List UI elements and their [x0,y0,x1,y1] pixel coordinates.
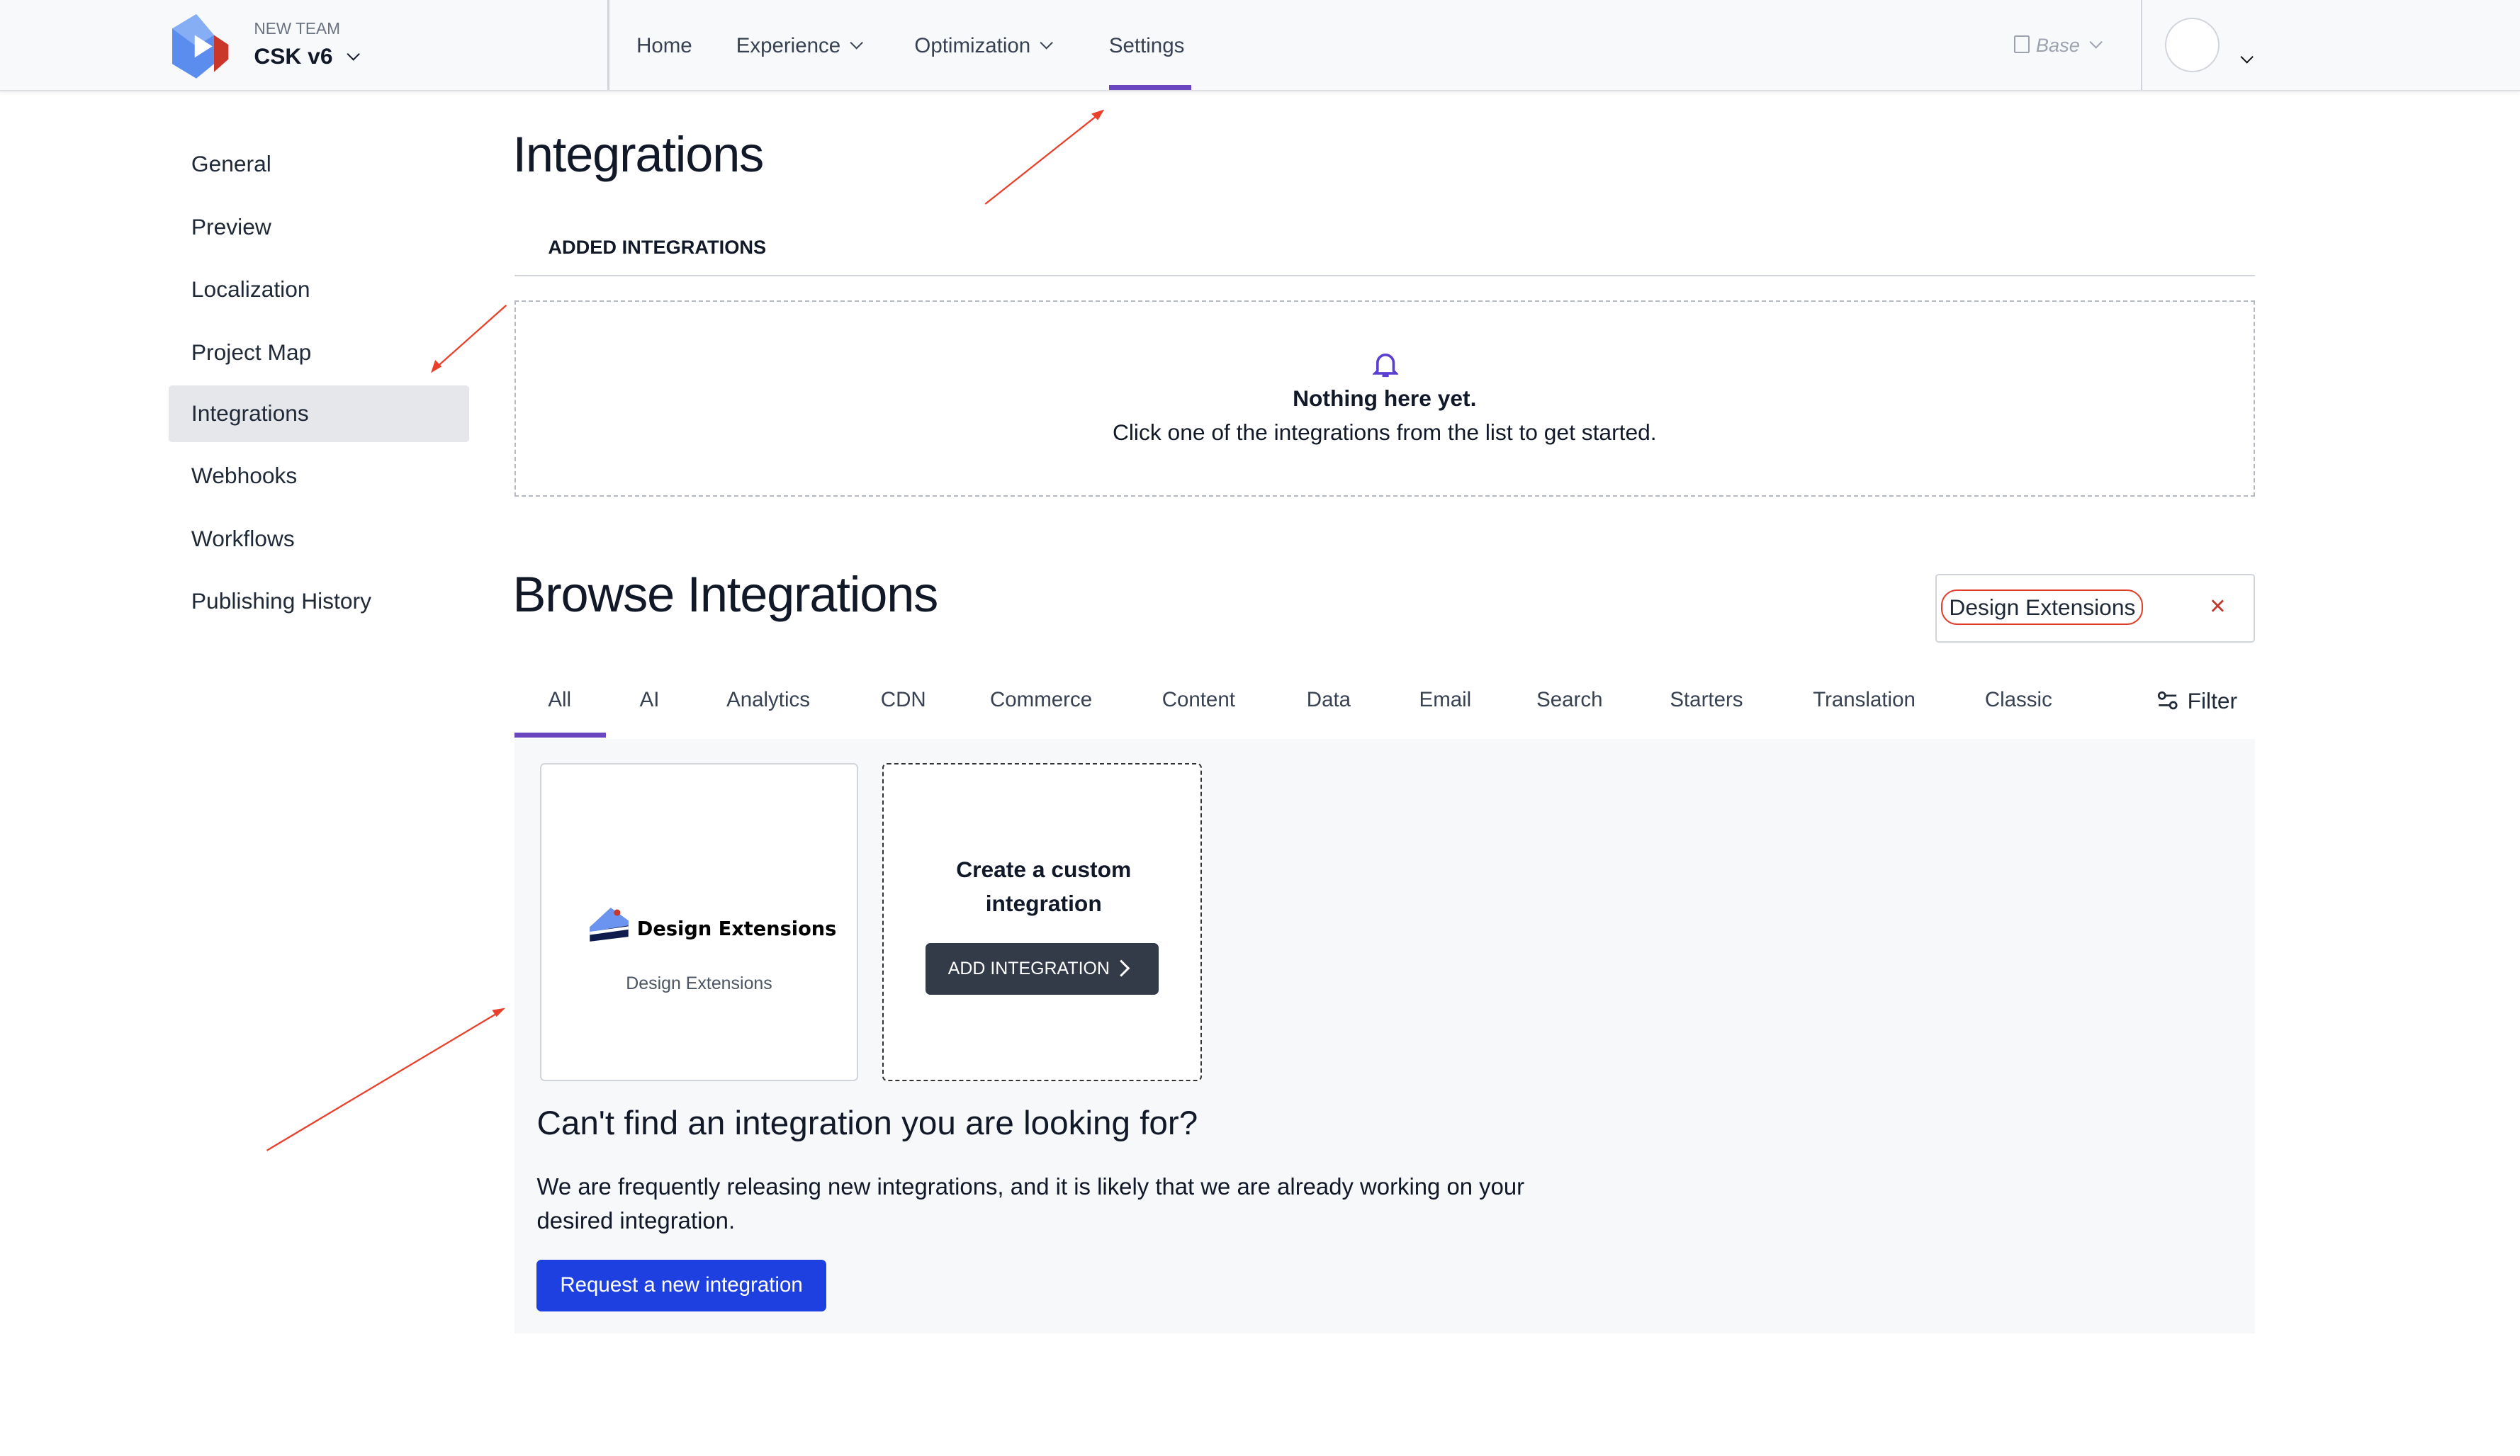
request-integration-button[interactable]: Request a new integration [536,1260,826,1311]
search-input[interactable]: Design Extensions × [1935,573,2255,643]
divider [2140,0,2143,90]
divider [607,0,609,90]
annotation-arrow [433,305,507,371]
project-name: CSK v6 [254,43,333,69]
tab-ai[interactable]: AI [640,688,660,712]
tab-translation[interactable]: Translation [1813,688,1916,712]
tab-classic[interactable]: Classic [1985,688,2052,712]
cant-find-text: We are frequently releasing new integrat… [536,1173,1525,1234]
filter-label: Filter [2187,687,2238,713]
divider [514,274,2255,277]
active-nav-indicator [1108,85,1191,90]
added-integrations-heading: ADDED INTEGRATIONS [548,236,767,259]
tab-cdn[interactable]: CDN [881,688,926,712]
custom-integration-card: Create a custom integration ADD INTEGRAT… [882,763,1203,1082]
button-label: ADD INTEGRATION [947,958,1110,978]
chevron-right-icon [1113,959,1130,977]
add-integration-button[interactable]: ADD INTEGRATION [926,942,1159,995]
team-label: NEW TEAM [254,19,341,38]
avatar[interactable] [2164,17,2220,73]
tab-commerce[interactable]: Commerce [990,688,1092,712]
chevron-down-icon [2089,35,2103,49]
integration-logo: Design Extensions [588,906,837,942]
nav-home[interactable]: Home [636,34,692,58]
nav-label: Optimization [914,33,1031,57]
empty-text: Click one of the integrations from the l… [1112,419,1657,445]
logo-text: Design Extensions [636,918,837,940]
user-menu-chevron-icon[interactable] [2239,50,2254,64]
chevron-down-icon [347,47,361,62]
empty-title: Nothing here yet. [1293,385,1477,412]
app-logo-icon[interactable] [171,14,230,79]
sidebar-item-integrations[interactable]: Integrations [191,400,309,427]
cake-logo-icon [590,908,629,942]
page-title: Integrations [512,125,764,182]
project-switcher[interactable]: CSK v6 [254,43,361,69]
top-header: NEW TEAM CSK v6 Home Experience Optimiza… [0,0,2520,91]
environment-icon [2013,35,2030,53]
filter-button[interactable]: Filter [2157,687,2238,714]
browse-title: Browse Integrations [512,566,938,623]
bell-icon [1372,354,1398,378]
environment-label: Base [2035,33,2080,56]
sidebar-item-project-map[interactable]: Project Map [191,339,311,366]
sidebar-item-localization[interactable]: Localization [191,276,310,303]
chevron-down-icon [1040,35,1054,50]
sidebar-item-general[interactable]: General [191,151,271,177]
custom-card-title: Create a custom integration [956,856,1132,916]
clear-search-icon[interactable]: × [2210,591,2226,622]
sidebar-item-workflows[interactable]: Workflows [191,526,295,552]
tab-starters[interactable]: Starters [1670,688,1743,712]
filter-icon [2157,691,2178,710]
annotation-arrow [984,111,1102,205]
sidebar-item-webhooks[interactable]: Webhooks [191,463,297,489]
nav-optimization[interactable]: Optimization [914,33,1054,58]
integrations-panel: Design Extensions Design Extensions Crea… [514,739,2255,1334]
tab-data[interactable]: Data [1307,688,1351,712]
active-tab-indicator [514,733,606,738]
tab-email[interactable]: Email [1419,688,1472,712]
integration-card-design-extensions[interactable]: Design Extensions Design Extensions [540,763,859,1082]
sidebar-item-preview[interactable]: Preview [191,214,271,240]
chevron-down-icon [850,35,864,50]
environment-switcher[interactable]: Base [2013,33,2103,57]
tab-search[interactable]: Search [1536,688,1602,712]
nav-settings[interactable]: Settings [1109,34,1184,58]
tab-all[interactable]: All [548,688,571,712]
search-value: Design Extensions [1941,589,2144,626]
tab-content[interactable]: Content [1162,688,1235,712]
nav-experience[interactable]: Experience [736,33,864,58]
cant-find-title: Can't find an integration you are lookin… [536,1105,1198,1143]
tab-analytics[interactable]: Analytics [726,688,810,712]
added-integrations-empty-state: Nothing here yet. Click one of the integ… [514,300,2255,497]
nav-label: Experience [736,33,841,57]
integration-name: Design Extensions [626,974,772,994]
annotation-arrow [266,1010,502,1151]
sidebar-item-publishing-history[interactable]: Publishing History [191,588,371,614]
